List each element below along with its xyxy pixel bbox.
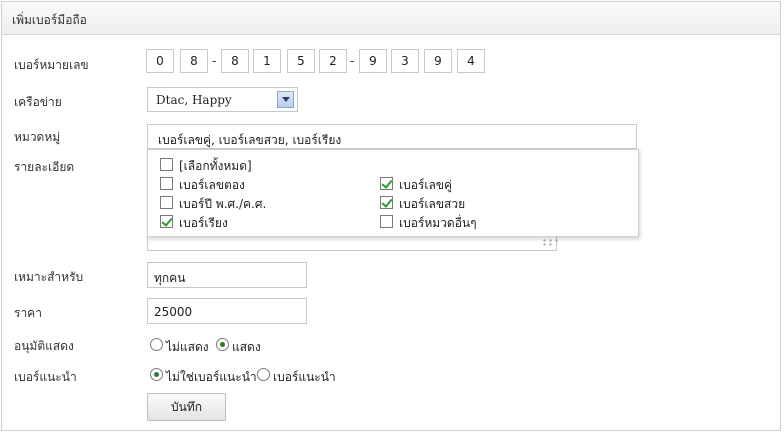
- detail-label: รายละเอียด: [14, 160, 75, 174]
- suitable-input[interactable]: ทุกคน: [147, 262, 307, 288]
- digit-input-4[interactable]: 1: [253, 49, 281, 73]
- digit-input-2[interactable]: 8: [180, 49, 208, 73]
- checkbox-icon[interactable]: [160, 177, 173, 190]
- digit-input-9[interactable]: 9: [424, 49, 452, 73]
- number-label: เบอร์หมายเลข: [14, 58, 89, 72]
- network-label: เครือข่าย: [14, 95, 62, 109]
- category-label: หมวดหมู่: [14, 130, 61, 144]
- save-button[interactable]: บันทึก: [147, 393, 226, 421]
- category-summary: เบอร์เลขคู่, เบอร์เลขสวย, เบอร์เรียง: [158, 133, 342, 147]
- network-select[interactable]: Dtac, Happy: [147, 87, 298, 112]
- category-dropdown: [เลือกทั้งหมด] เบอร์เลขตอง เบอร์เลขคู่ เ…: [147, 149, 639, 237]
- dash-separator: -: [212, 54, 217, 68]
- radio-selected-icon[interactable]: [216, 338, 229, 351]
- checkbox-icon[interactable]: [160, 158, 173, 171]
- digit-input-6[interactable]: 2: [319, 49, 347, 73]
- digit-input-10[interactable]: 4: [457, 49, 485, 73]
- radio-icon[interactable]: [257, 368, 270, 381]
- add-mobile-number-panel: เพิ่มเบอร์มือถือ เบอร์หมายเลข 0 8 - 8 1 …: [1, 1, 781, 431]
- recommend-label: เบอร์แนะนำ: [14, 370, 77, 384]
- checkbox-checked-icon[interactable]: [160, 215, 173, 228]
- digit-input-7[interactable]: 9: [359, 49, 387, 73]
- price-input[interactable]: 25000: [147, 298, 307, 324]
- category-multiselect[interactable]: เบอร์เลขคู่, เบอร์เลขสวย, เบอร์เรียง: [147, 124, 637, 149]
- price-label: ราคา: [14, 306, 42, 320]
- page-title: เพิ่มเบอร์มือถือ: [12, 13, 87, 27]
- dash-separator: -: [350, 54, 355, 68]
- digit-input-1[interactable]: 0: [146, 49, 174, 73]
- radio-icon[interactable]: [150, 338, 163, 351]
- network-selected-value: Dtac, Happy: [156, 93, 232, 107]
- approve-label: อนุมัติแสดง: [14, 339, 74, 353]
- digit-input-5[interactable]: 5: [287, 49, 315, 73]
- suitable-label: เหมาะสำหรับ: [14, 270, 84, 284]
- resize-handle-icon[interactable]: ∙∙∙ ∙∙: [542, 237, 559, 249]
- chevron-down-icon[interactable]: [277, 91, 294, 108]
- digit-input-8[interactable]: 3: [391, 49, 419, 73]
- radio-selected-icon[interactable]: [150, 368, 163, 381]
- checkbox-checked-icon[interactable]: [380, 177, 393, 190]
- panel-header: เพิ่มเบอร์มือถือ: [2, 2, 780, 35]
- checkbox-icon[interactable]: [380, 215, 393, 228]
- digit-input-3[interactable]: 8: [221, 49, 249, 73]
- checkbox-checked-icon[interactable]: [380, 196, 393, 209]
- checkbox-icon[interactable]: [160, 196, 173, 209]
